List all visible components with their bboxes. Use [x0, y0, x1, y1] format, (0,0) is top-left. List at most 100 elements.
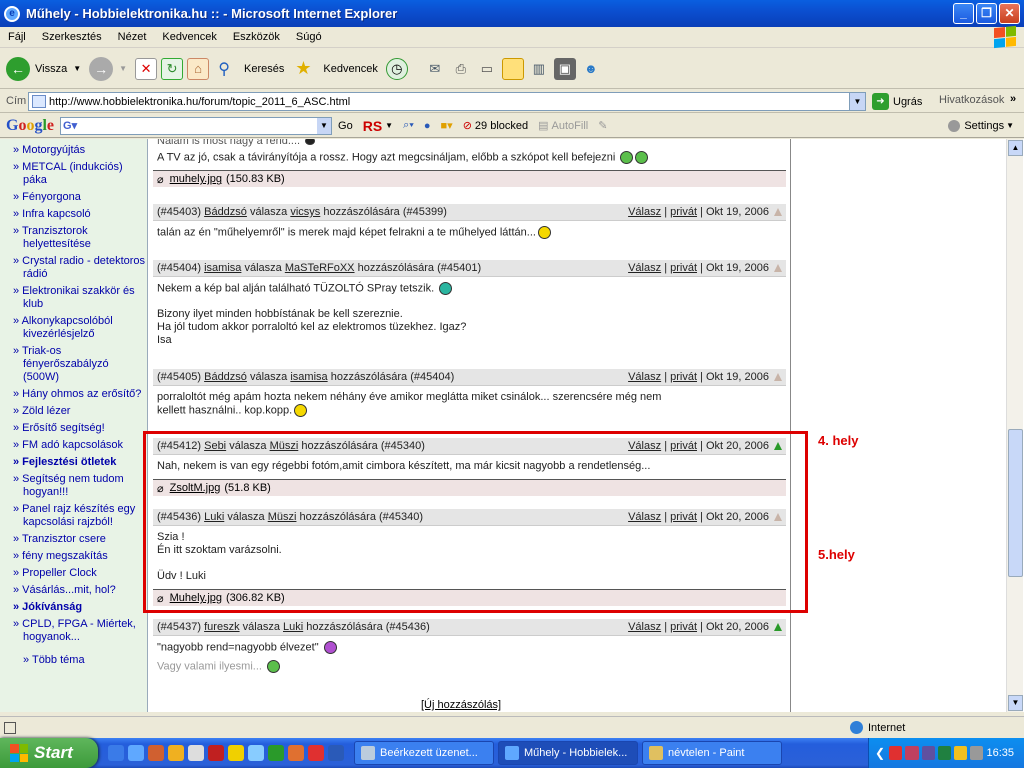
sidebar-item[interactable]: » FM adó kapcsolások — [0, 439, 147, 452]
sidebar-item[interactable]: » CPLD, FPGA - Miértek, hogyanok... — [0, 618, 147, 644]
google-logo[interactable]: Google — [6, 117, 54, 135]
google-dropdown-icon[interactable]: ▼ — [317, 117, 332, 134]
mail-icon[interactable]: ✉ — [424, 58, 446, 80]
ql-messenger-icon[interactable] — [248, 745, 264, 761]
attachment-link[interactable]: muhely.jpg — [170, 173, 222, 185]
post-author-link[interactable]: Báddzsó — [204, 206, 247, 218]
sidebar-item[interactable]: » METCAL (indukciós) páka — [0, 161, 147, 187]
forward-dropdown-icon[interactable]: ▼ — [119, 64, 127, 73]
menu-edit[interactable]: Szerkesztés — [34, 31, 110, 43]
popup-blocked-button[interactable]: ⊘ 29 blocked — [463, 119, 528, 133]
reply-target-link[interactable]: MaSTeRFoXX — [285, 262, 355, 274]
sidebar-item[interactable]: » Infra kapcsoló — [0, 208, 147, 221]
refresh-icon[interactable]: ↻ — [161, 57, 184, 80]
ql-app-icon[interactable] — [208, 745, 224, 761]
sidebar-item[interactable]: » Propeller Clock — [0, 567, 147, 580]
tray-app-icon[interactable] — [954, 746, 968, 760]
spellcheck-icon[interactable]: ⌕▾ — [403, 119, 414, 132]
vote-arrow-icon[interactable] — [774, 373, 782, 381]
sidebar-item[interactable]: » Panel rajz készítés egy kapcsolási raj… — [0, 503, 147, 529]
sidebar-item[interactable]: » Erősítő segítség! — [0, 422, 147, 435]
scroll-down-icon[interactable]: ▼ — [1008, 695, 1023, 711]
address-dropdown-icon[interactable]: ▼ — [849, 93, 865, 110]
reply-target-link[interactable]: isamisa — [290, 371, 327, 383]
new-post-link[interactable]: [Új hozzászólás] — [421, 699, 501, 711]
ql-app-icon[interactable] — [108, 745, 124, 761]
sidebar-item[interactable]: » fény megszakítás — [0, 550, 147, 563]
vote-arrow-icon[interactable] — [774, 264, 782, 272]
reply-target-link[interactable]: vicsys — [290, 206, 320, 218]
window-titlebar[interactable]: e Műhely - Hobbielektronika.hu :: - Micr… — [0, 0, 1024, 27]
edit-icon[interactable]: ▭ — [476, 58, 498, 80]
private-link[interactable]: privát — [670, 621, 697, 633]
menu-file[interactable]: Fájl — [0, 31, 34, 43]
menu-tools[interactable]: Eszközök — [225, 31, 288, 43]
rs-button[interactable]: RS ▼ — [363, 118, 393, 134]
research-icon[interactable]: ▥ — [528, 58, 550, 80]
post-author-link[interactable]: isamisa — [204, 262, 241, 274]
close-button[interactable]: ✕ — [999, 3, 1020, 24]
sidebar-item[interactable]: » Elektronikai szakkör és klub — [0, 285, 147, 311]
sidebar-more-link[interactable]: » Több téma — [0, 654, 147, 667]
minimize-button[interactable]: _ — [953, 3, 974, 24]
ql-app-icon[interactable] — [188, 745, 204, 761]
favorites-button[interactable]: ★ Kedvencek — [292, 58, 378, 80]
tray-app-icon[interactable] — [921, 746, 935, 760]
tray-app-icon[interactable] — [937, 746, 951, 760]
search-button[interactable]: ⚲ Keresés — [213, 58, 284, 80]
sidebar-item[interactable]: » Vásárlás...mit, hol? — [0, 584, 147, 597]
ql-word-icon[interactable] — [328, 745, 344, 761]
post-author-link[interactable]: fureszk — [204, 621, 239, 633]
private-link[interactable]: privát — [670, 371, 697, 383]
settings-button[interactable]: Settings ▼ — [948, 119, 1014, 132]
go-button[interactable]: ➜ Ugrás — [872, 93, 922, 110]
forward-button[interactable]: → ▼ — [89, 56, 127, 81]
links-button[interactable]: Hivatkozások — [939, 94, 1004, 106]
reply-target-link[interactable]: Luki — [283, 621, 303, 633]
ql-app-icon[interactable] — [288, 745, 304, 761]
sidebar-item[interactable]: » Motorgyújtás — [0, 144, 147, 157]
tray-app-icon[interactable] — [889, 746, 903, 760]
ql-app-icon[interactable] — [168, 745, 184, 761]
menu-favorites[interactable]: Kedvencek — [154, 31, 224, 43]
sidebar-item[interactable]: » Triak-os fényerőszabályzó (500W) — [0, 345, 147, 384]
sidebar-item[interactable]: » Tranzisztorok helyettesítése — [0, 225, 147, 251]
sidebar-item[interactable]: » Alkonykapcsolóból kivezérlésjelző — [0, 315, 147, 341]
task-ie[interactable]: Műhely - Hobbielek... — [498, 741, 638, 765]
tray-app-icon[interactable] — [905, 746, 919, 760]
private-link[interactable]: privát — [670, 206, 697, 218]
globe-icon[interactable]: ● — [424, 120, 431, 132]
sidebar-item[interactable]: » Fényorgona — [0, 191, 147, 204]
tray-expand-icon[interactable]: ❮ — [875, 746, 885, 760]
reply-link[interactable]: Válasz — [628, 206, 661, 218]
ql-media-icon[interactable] — [228, 745, 244, 761]
menu-view[interactable]: Nézet — [110, 31, 155, 43]
print-icon[interactable]: ⎙ — [450, 58, 472, 80]
note-icon[interactable] — [501, 57, 524, 80]
back-dropdown-icon[interactable]: ▼ — [73, 64, 81, 73]
task-paint[interactable]: névtelen - Paint — [642, 741, 782, 765]
sidebar-item[interactable]: » Jókívánság — [0, 601, 147, 614]
post-author-link[interactable]: Báddzsó — [204, 371, 247, 383]
messenger-icon[interactable]: ▣ — [553, 57, 576, 80]
ql-ie-icon[interactable] — [128, 745, 144, 761]
task-outlook[interactable]: Beérkezett üzenet... — [354, 741, 494, 765]
sidebar-item[interactable]: » Segítség nem tudom hogyan!!! — [0, 473, 147, 499]
private-link[interactable]: privát — [670, 262, 697, 274]
vote-arrow-icon[interactable] — [774, 208, 782, 216]
bookmark-icon[interactable]: ■▾ — [441, 119, 453, 132]
ql-app-icon[interactable] — [308, 745, 324, 761]
highlighter-icon[interactable]: ✎ — [598, 119, 607, 132]
sidebar-item[interactable]: » Tranzisztor csere — [0, 533, 147, 546]
sidebar-item[interactable]: » Fejlesztési ötletek — [0, 456, 147, 469]
home-icon[interactable]: ⌂ — [187, 57, 210, 80]
sidebar-item[interactable]: » Crystal radio - detektoros rádió — [0, 255, 147, 281]
reply-link[interactable]: Válasz — [628, 621, 661, 633]
back-button[interactable]: ← Vissza ▼ — [6, 56, 81, 81]
address-input[interactable]: http://www.hobbielektronika.hu/forum/top… — [28, 92, 866, 111]
history-icon[interactable]: ◷ — [385, 57, 408, 80]
scroll-thumb[interactable] — [1008, 429, 1023, 577]
chevron-right-icon[interactable]: » — [1010, 93, 1016, 105]
volume-icon[interactable] — [970, 746, 984, 760]
autofill-button[interactable]: ▤ AutoFill — [538, 119, 588, 133]
